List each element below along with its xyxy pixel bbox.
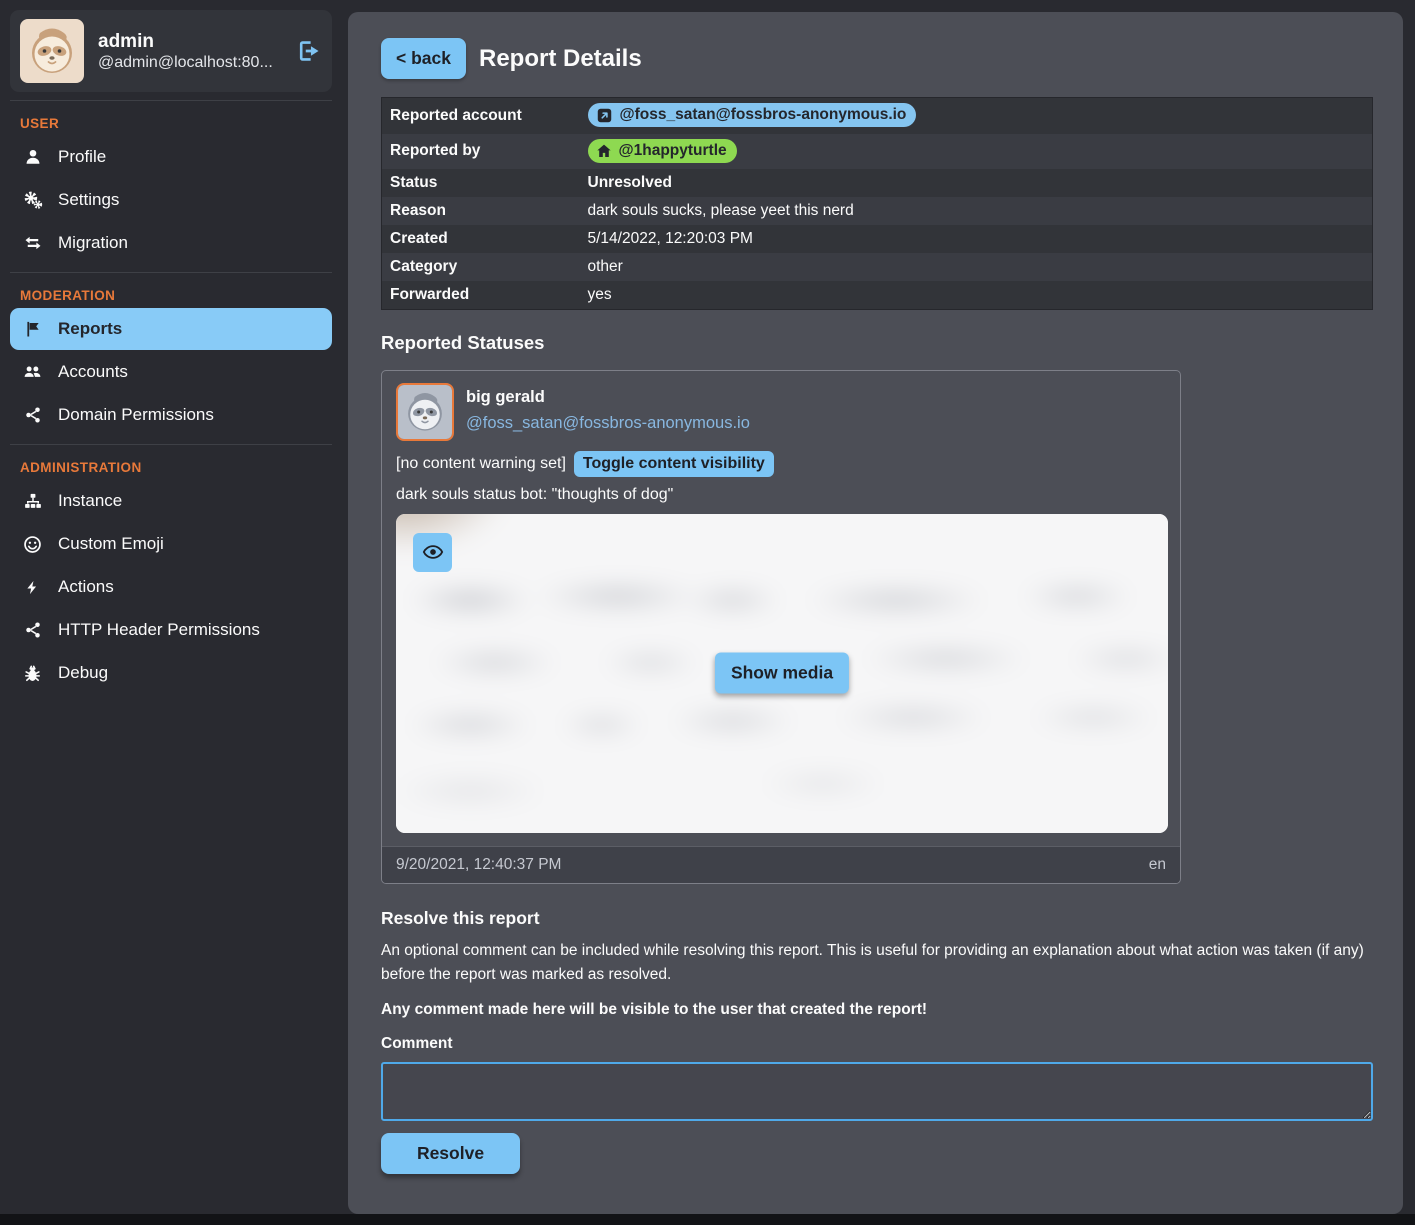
page-title: Report Details	[479, 45, 642, 73]
gears-icon	[22, 190, 43, 210]
sidebar-item-accounts[interactable]: Accounts	[10, 351, 332, 393]
sidebar-item-label: Instance	[58, 491, 122, 511]
reported-by-link[interactable]: @1happyturtle	[588, 139, 737, 163]
share-nodes-icon	[22, 405, 43, 425]
app: admin @admin@localhost:80... USER Profil…	[0, 0, 1415, 1214]
show-media-button[interactable]: Show media	[715, 653, 849, 694]
bottom-bar	[0, 1214, 1415, 1225]
sidebar-item-instance[interactable]: Instance	[10, 480, 332, 522]
row-label: Reported by	[382, 134, 580, 169]
reported-status-card: big gerald @foss_satan@fossbros-anonymou…	[381, 370, 1181, 884]
share-nodes-icon	[22, 620, 43, 640]
user-card: admin @admin@localhost:80...	[10, 10, 332, 92]
main-area: < back Report Details Reported account @…	[347, 0, 1415, 1214]
sidebar-item-reports[interactable]: Reports	[10, 308, 332, 350]
sidebar-item-label: Profile	[58, 147, 106, 167]
status-value: Unresolved	[580, 169, 1373, 197]
row-label: Reason	[382, 197, 580, 225]
status-avatar	[396, 383, 454, 441]
status-footer: 9/20/2021, 12:40:37 PM en	[382, 846, 1180, 883]
smiley-icon	[22, 534, 43, 554]
users-icon	[22, 362, 43, 382]
table-row-category: Category other	[382, 253, 1373, 281]
row-label: Reported account	[382, 98, 580, 134]
table-row-forwarded: Forwarded yes	[382, 281, 1373, 310]
table-row-status: Status Unresolved	[382, 169, 1373, 197]
resolve-button[interactable]: Resolve	[381, 1133, 520, 1174]
sidebar-item-actions[interactable]: Actions	[10, 566, 332, 608]
reported-account-link[interactable]: @foss_satan@fossbros-anonymous.io	[588, 103, 917, 127]
bolt-icon	[22, 577, 43, 597]
status-header: big gerald @foss_satan@fossbros-anonymou…	[396, 383, 1166, 441]
flag-icon	[22, 319, 43, 339]
status-account-link[interactable]: @foss_satan@fossbros-anonymous.io	[466, 414, 750, 433]
sidebar-section-administration: ADMINISTRATION Instance	[10, 444, 332, 694]
sidebar: admin @admin@localhost:80... USER Profil…	[0, 0, 347, 705]
report-info-table: Reported account @foss_satan@fossbros-an…	[381, 97, 1373, 310]
comment-label: Comment	[381, 1035, 1373, 1053]
sidebar-item-migration[interactable]: Migration	[10, 222, 332, 264]
status-timestamp: 9/20/2021, 12:40:37 PM	[396, 856, 561, 874]
reason-value: dark souls sucks, please yeet this nerd	[580, 197, 1373, 225]
eye-icon	[422, 541, 444, 563]
user-handle: @admin@localhost:80...	[98, 54, 282, 72]
row-label: Category	[382, 253, 580, 281]
row-label: Status	[382, 169, 580, 197]
sidebar-item-settings[interactable]: Settings	[10, 179, 332, 221]
sidebar-item-domain-permissions[interactable]: Domain Permissions	[10, 394, 332, 436]
toggle-content-visibility-button[interactable]: Toggle content visibility	[574, 451, 774, 477]
comment-textarea[interactable]	[381, 1062, 1373, 1121]
section-label-user: USER	[10, 107, 332, 135]
sitemap-icon	[22, 491, 43, 511]
forwarded-value: yes	[580, 281, 1373, 310]
status-content: dark souls status bot: "thoughts of dog"	[396, 486, 1166, 504]
sidebar-item-http-header-permissions[interactable]: HTTP Header Permissions	[10, 609, 332, 651]
arrows-left-right-icon	[22, 233, 43, 253]
logout-icon[interactable]	[296, 38, 322, 64]
sidebar-item-profile[interactable]: Profile	[10, 136, 332, 178]
row-label: Forwarded	[382, 281, 580, 310]
created-value: 5/14/2022, 12:20:03 PM	[580, 225, 1373, 253]
bug-icon	[22, 663, 43, 683]
sidebar-item-custom-emoji[interactable]: Custom Emoji	[10, 523, 332, 565]
sidebar-item-label: Debug	[58, 663, 108, 683]
user-name: admin	[98, 30, 282, 55]
table-row-reported-account: Reported account @foss_satan@fossbros-an…	[382, 98, 1373, 134]
sidebar-item-label: Settings	[58, 190, 119, 210]
sidebar-item-label: Migration	[58, 233, 128, 253]
sidebar-item-label: Reports	[58, 319, 122, 339]
sidebar-item-label: HTTP Header Permissions	[58, 620, 260, 640]
sidebar-section-user: USER Profile Settings	[10, 100, 332, 264]
row-label: Created	[382, 225, 580, 253]
section-label-moderation: MODERATION	[10, 279, 332, 307]
reported-statuses-heading: Reported Statuses	[381, 332, 1373, 354]
content-warning-row: [no content warning set] Toggle content …	[396, 451, 1166, 477]
back-button[interactable]: < back	[381, 38, 466, 79]
resolve-heading: Resolve this report	[381, 908, 1373, 929]
cw-text: [no content warning set]	[396, 455, 566, 473]
external-link-icon	[596, 107, 613, 124]
house-icon	[596, 143, 612, 159]
table-row-reported-by: Reported by @1happyturtle	[382, 134, 1373, 169]
table-row-reason: Reason dark souls sucks, please yeet thi…	[382, 197, 1373, 225]
sidebar-item-label: Actions	[58, 577, 114, 597]
admin-avatar	[20, 19, 84, 83]
status-display-name: big gerald	[466, 388, 750, 407]
sidebar-item-debug[interactable]: Debug	[10, 652, 332, 694]
page-header: < back Report Details	[381, 38, 1373, 79]
table-row-created: Created 5/14/2022, 12:20:03 PM	[382, 225, 1373, 253]
sidebar-item-label: Domain Permissions	[58, 405, 214, 425]
category-value: other	[580, 253, 1373, 281]
sidebar-item-label: Accounts	[58, 362, 128, 382]
status-language: en	[1149, 856, 1166, 874]
section-label-administration: ADMINISTRATION	[10, 451, 332, 479]
resolve-warning: Any comment made here will be visible to…	[381, 1001, 1373, 1019]
user-icon	[22, 147, 43, 167]
status-media-attachment: Show media	[396, 514, 1168, 833]
sidebar-section-moderation: MODERATION Reports Accounts	[10, 272, 332, 436]
media-sensitivity-eye-button[interactable]	[413, 533, 452, 572]
resolve-description: An optional comment can be included whil…	[381, 939, 1373, 987]
sidebar-item-label: Custom Emoji	[58, 534, 164, 554]
report-details-panel: < back Report Details Reported account @…	[348, 12, 1403, 1214]
